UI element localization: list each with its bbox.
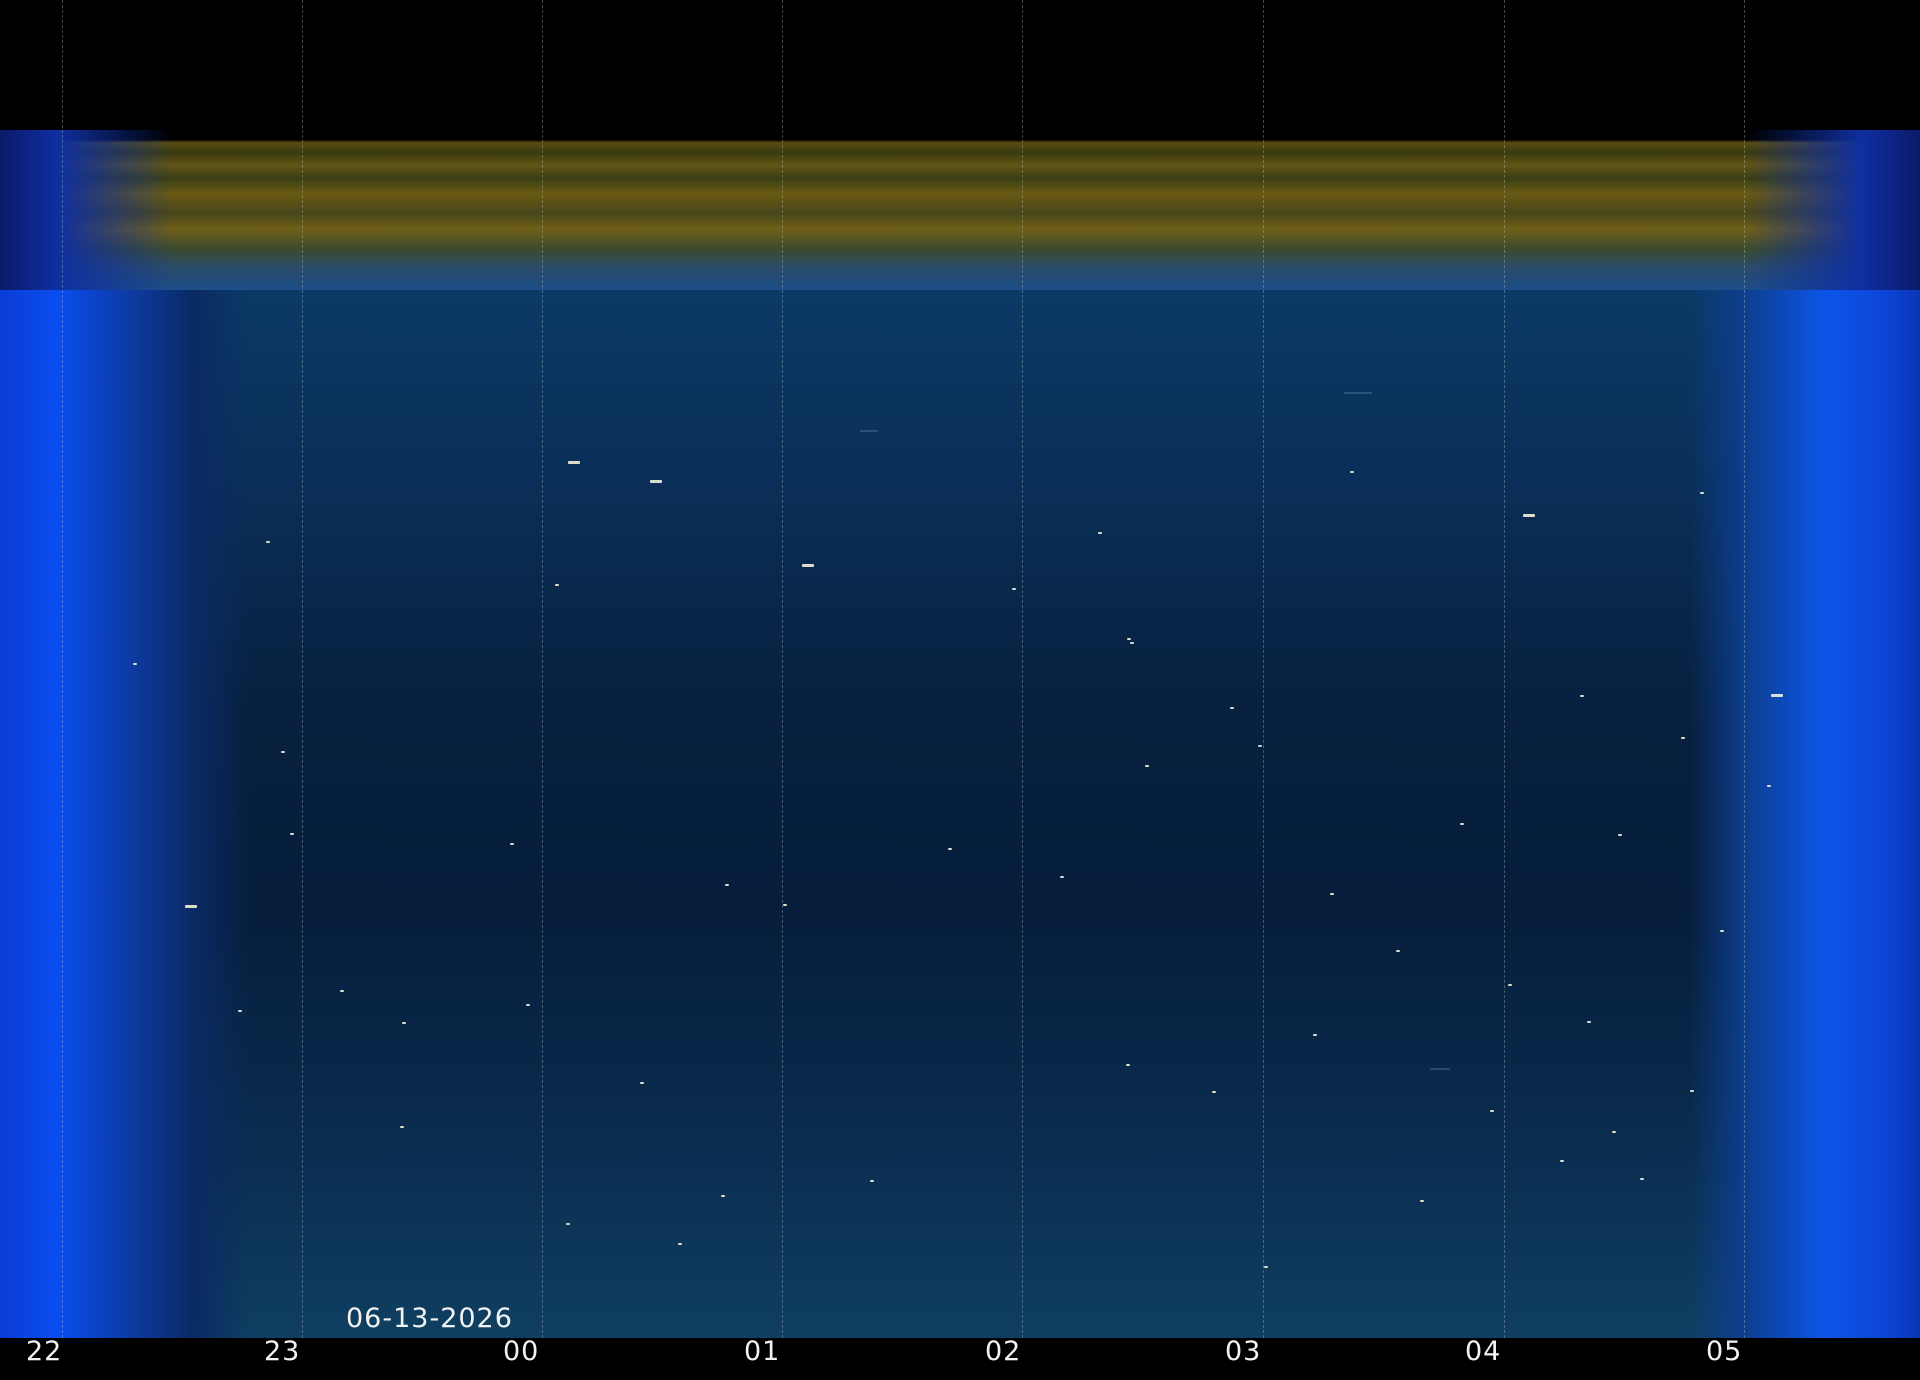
star-trail <box>783 904 787 906</box>
star-trail <box>290 833 294 835</box>
star-trail <box>1145 765 1149 767</box>
star-trail <box>1212 1091 1216 1093</box>
star-trail <box>1560 1160 1564 1162</box>
star-trail <box>340 990 344 992</box>
hour-label: 04 <box>1465 1336 1502 1367</box>
star-trail <box>185 905 197 908</box>
star-trail <box>1681 737 1685 739</box>
hour-label: 00 <box>503 1336 540 1367</box>
hour-gridline <box>1504 0 1505 1338</box>
star-trail <box>650 480 662 483</box>
star-trail <box>510 843 514 845</box>
star-trail <box>1258 745 1262 747</box>
star-trail <box>1767 785 1771 787</box>
hour-label: 03 <box>1225 1336 1262 1367</box>
star-trail <box>1587 1021 1591 1023</box>
keogram-image: 22 23 00 01 02 03 04 05 06-13-2026 <box>0 0 1920 1380</box>
star-trail <box>640 1082 644 1084</box>
star-trail <box>1313 1034 1317 1036</box>
star-trail <box>1127 638 1131 640</box>
star-trail <box>1060 876 1064 878</box>
star-trail <box>1350 471 1354 473</box>
star-trail <box>566 1223 570 1225</box>
star-trail <box>555 584 559 586</box>
star-trail <box>1098 532 1102 534</box>
star-trail <box>802 564 814 567</box>
star-trail <box>1330 893 1334 895</box>
star-trail <box>1690 1090 1694 1092</box>
star-trail <box>402 1022 406 1024</box>
date-label: 06-13-2026 <box>346 1303 513 1334</box>
star-trail <box>238 1010 242 1012</box>
hour-label: 02 <box>985 1336 1022 1367</box>
star-trail <box>1126 1064 1130 1066</box>
upper-dark-region <box>0 0 1920 130</box>
star-trail <box>725 884 729 886</box>
star-trail <box>1700 492 1704 494</box>
star-trail <box>1640 1178 1644 1180</box>
hour-gridline <box>1744 0 1745 1338</box>
hour-gridline <box>302 0 303 1338</box>
airglow-band-region <box>0 130 1920 290</box>
star-trail <box>1771 694 1783 697</box>
star-trail <box>1396 950 1400 952</box>
star-trail <box>1012 588 1016 590</box>
star-trail <box>721 1195 725 1197</box>
faint-streak <box>1344 392 1372 394</box>
star-trail <box>1264 1266 1268 1268</box>
star-trail <box>1460 823 1464 825</box>
star-trail <box>870 1180 874 1182</box>
star-trail <box>1490 1110 1494 1112</box>
hour-label: 05 <box>1706 1336 1743 1367</box>
hour-gridline <box>542 0 543 1338</box>
star-trail <box>526 1004 530 1006</box>
hour-gridline <box>62 0 63 1338</box>
star-trail <box>568 461 580 464</box>
hour-label: 22 <box>26 1336 63 1367</box>
star-trail <box>1720 930 1724 932</box>
star-trail <box>1420 1200 1424 1202</box>
star-trail <box>678 1243 682 1245</box>
star-trail <box>266 541 270 543</box>
star-trail <box>1523 514 1535 517</box>
night-sky-region <box>0 290 1920 1338</box>
star-trail <box>133 663 137 665</box>
star-trail <box>1612 1131 1616 1133</box>
star-trail <box>281 751 285 753</box>
faint-streak <box>860 430 878 432</box>
star-trail <box>1130 642 1134 644</box>
hour-label: 01 <box>744 1336 781 1367</box>
star-trail <box>400 1126 404 1128</box>
hour-gridline <box>782 0 783 1338</box>
star-trail <box>1508 984 1512 986</box>
faint-streak <box>1430 1068 1450 1070</box>
hour-gridline <box>1022 0 1023 1338</box>
star-trail <box>948 848 952 850</box>
hour-label: 23 <box>264 1336 301 1367</box>
hour-gridline <box>1263 0 1264 1338</box>
star-trail <box>1618 834 1622 836</box>
star-trail <box>1580 695 1584 697</box>
star-trail <box>1230 707 1234 709</box>
